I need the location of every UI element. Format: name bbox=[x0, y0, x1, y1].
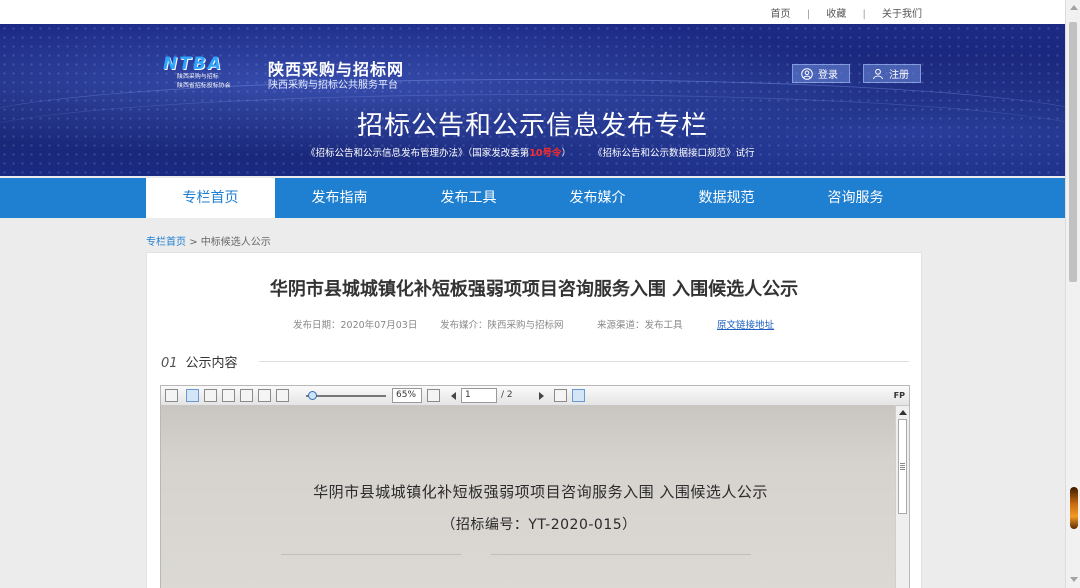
section-title: 公示内容 bbox=[185, 356, 238, 371]
article-title: 华阴市县城城镇化补短板强弱项项目咨询服务入围 入围候选人公示 bbox=[269, 279, 799, 300]
thumbnail-grid-icon[interactable] bbox=[222, 389, 235, 402]
scroll-up-icon[interactable] bbox=[899, 410, 907, 415]
pdf-toolbar: 65% 1 / 2 FP bbox=[161, 386, 909, 406]
register-label: 注册 bbox=[889, 70, 909, 81]
prev-page-icon[interactable] bbox=[451, 392, 456, 400]
section-divider bbox=[259, 361, 909, 362]
breadcrumb-home[interactable]: 专栏首页 bbox=[146, 237, 186, 248]
home-link[interactable]: 首页 bbox=[771, 9, 791, 20]
print-icon[interactable] bbox=[165, 389, 178, 402]
browser-scroll-thumb[interactable] bbox=[1069, 22, 1077, 282]
breadcrumb-separator: > bbox=[189, 237, 198, 248]
fit-height-icon[interactable] bbox=[258, 389, 271, 402]
site-subtitle: 陕西采购与招标公共服务平台 bbox=[268, 80, 398, 91]
page-number-field[interactable]: 1 bbox=[461, 388, 497, 403]
main-nav: 专栏首页 发布指南 发布工具 发布媒介 数据规范 咨询服务 bbox=[0, 178, 1065, 218]
scroll-up-icon[interactable] bbox=[1070, 5, 1078, 10]
source-channel: 来源渠道：发布工具 bbox=[597, 320, 683, 331]
data-spec-link[interactable]: 《招标公告和公示数据接口规范》试行 bbox=[593, 148, 755, 159]
pdf-scrollbar[interactable] bbox=[895, 406, 909, 588]
about-us-link[interactable]: 关于我们 bbox=[882, 9, 922, 20]
pdf-page: 华阴市县城城镇化补短板强弱项项目咨询服务入围 入围候选人公示 （招标编号：YT-… bbox=[161, 406, 895, 588]
user-icon bbox=[873, 68, 883, 79]
breadcrumb-current: 中标候选人公示 bbox=[200, 237, 271, 248]
fullscreen-icon[interactable] bbox=[427, 389, 440, 402]
user-circle-icon bbox=[801, 67, 813, 80]
nav-item-data-spec[interactable]: 数据规范 bbox=[662, 178, 791, 218]
hand-tool-icon[interactable] bbox=[572, 389, 585, 402]
regulation-number: 10号令 bbox=[529, 148, 562, 159]
next-page-icon[interactable] bbox=[539, 392, 544, 400]
breadcrumb: 专栏首页 > 中标候选人公示 bbox=[146, 233, 271, 248]
utility-links: 首页 | 收藏 | 关于我们 bbox=[771, 5, 923, 20]
faint-text-line bbox=[281, 554, 461, 555]
link-separator: | bbox=[806, 9, 811, 20]
register-button[interactable]: 注册 bbox=[863, 64, 921, 83]
rotate-icon[interactable] bbox=[276, 389, 289, 402]
nav-item-column-home[interactable]: 专栏首页 bbox=[146, 178, 275, 218]
favorite-link[interactable]: 收藏 bbox=[826, 9, 846, 20]
regulation-close: ） bbox=[561, 148, 572, 159]
logo-mark: NTBA bbox=[163, 54, 223, 74]
nav-item-consulting[interactable]: 咨询服务 bbox=[791, 178, 920, 218]
banner-regulation-note: 《招标公告和公示信息发布管理办法》（国家发改委第10号令） 《招标公告和公示数据接… bbox=[306, 145, 755, 159]
faint-text-line bbox=[491, 554, 751, 555]
fit-width-icon[interactable] bbox=[240, 389, 253, 402]
publish-date: 发布日期：2020年07月03日 bbox=[293, 320, 418, 331]
section-number: 01 bbox=[161, 356, 178, 371]
nav-item-publish-guide[interactable]: 发布指南 bbox=[275, 178, 404, 218]
banner-title: 招标公告和公示信息发布专栏 bbox=[356, 111, 708, 141]
nav-item-publish-media[interactable]: 发布媒介 bbox=[533, 178, 662, 218]
document-code: （招标编号：YT-2020-015） bbox=[441, 517, 637, 533]
section-heading: 01 公示内容 bbox=[161, 352, 238, 371]
scroll-down-icon[interactable] bbox=[1070, 577, 1078, 582]
grip-icon bbox=[900, 463, 905, 470]
article-card: 华阴市县城城镇化补短板强弱项项目咨询服务入围 入围候选人公示 发布日期：2020… bbox=[146, 252, 922, 588]
login-button[interactable]: 登录 bbox=[792, 64, 850, 83]
logo-subtitle: 陕西采购与招标 bbox=[177, 72, 219, 80]
logo-subtitle: 陕西省招标投标协会 bbox=[177, 81, 231, 89]
zoom-slider-knob[interactable] bbox=[308, 391, 317, 400]
top-utility-bar: 首页 | 收藏 | 关于我们 bbox=[0, 0, 1065, 24]
link-separator: | bbox=[862, 9, 866, 20]
original-link[interactable]: 原文链接地址 bbox=[717, 317, 774, 331]
single-page-icon[interactable] bbox=[186, 389, 199, 402]
login-label: 登录 bbox=[818, 70, 838, 81]
two-page-icon[interactable] bbox=[204, 389, 217, 402]
nav-item-publish-tools[interactable]: 发布工具 bbox=[404, 178, 533, 218]
site-logo[interactable]: NTBA 陕西采购与招标 陕西省招标投标协会 bbox=[163, 54, 261, 90]
document-title: 华阴市县城城镇化补短板强弱项项目咨询服务入围 入围候选人公示 bbox=[313, 483, 768, 501]
zoom-level-field[interactable]: 65% bbox=[392, 388, 422, 403]
fp-label: FP bbox=[893, 391, 905, 400]
zoom-slider-track[interactable] bbox=[306, 395, 386, 397]
text-select-icon[interactable] bbox=[554, 389, 567, 402]
side-float-widget[interactable] bbox=[1070, 487, 1078, 529]
publish-media: 发布媒介：陕西采购与招标网 bbox=[440, 320, 564, 331]
page-total: / 2 bbox=[501, 390, 513, 400]
pdf-viewer[interactable]: 65% 1 / 2 FP 华阴市县城城镇化补短板强弱项项目咨询服务入围 入围候选… bbox=[160, 385, 910, 588]
regulation-link[interactable]: 《招标公告和公示信息发布管理办法》（国家发改委第 bbox=[306, 148, 529, 159]
browser-scrollbar[interactable] bbox=[1065, 0, 1080, 588]
